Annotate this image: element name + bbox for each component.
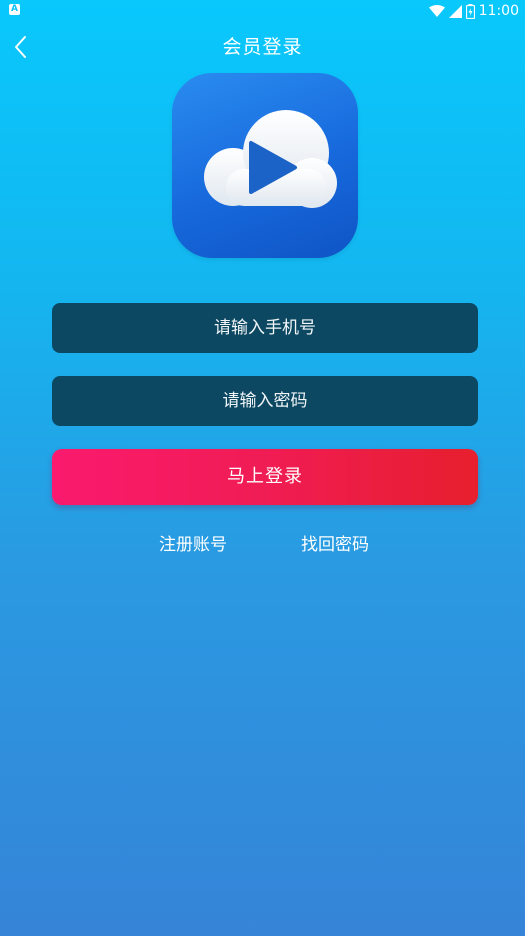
status-icons: 11:00: [428, 1, 519, 21]
signal-icon: [448, 4, 462, 18]
header: 会员登录: [0, 26, 525, 66]
forgot-password-link[interactable]: 找回密码: [301, 530, 369, 555]
page-title: 会员登录: [222, 36, 303, 58]
wifi-icon: [428, 5, 445, 17]
app-logo: [172, 73, 358, 258]
cloud-play-icon: [172, 73, 358, 258]
login-button[interactable]: 马上登录: [52, 449, 478, 505]
status-bar: A 11:00: [0, 0, 525, 22]
password-input[interactable]: [52, 376, 478, 426]
phone-input[interactable]: [52, 303, 478, 353]
status-time: 11:00: [478, 3, 519, 19]
notification-icon: A: [9, 4, 20, 15]
register-link[interactable]: 注册账号: [159, 530, 227, 555]
battery-icon: [465, 3, 475, 19]
